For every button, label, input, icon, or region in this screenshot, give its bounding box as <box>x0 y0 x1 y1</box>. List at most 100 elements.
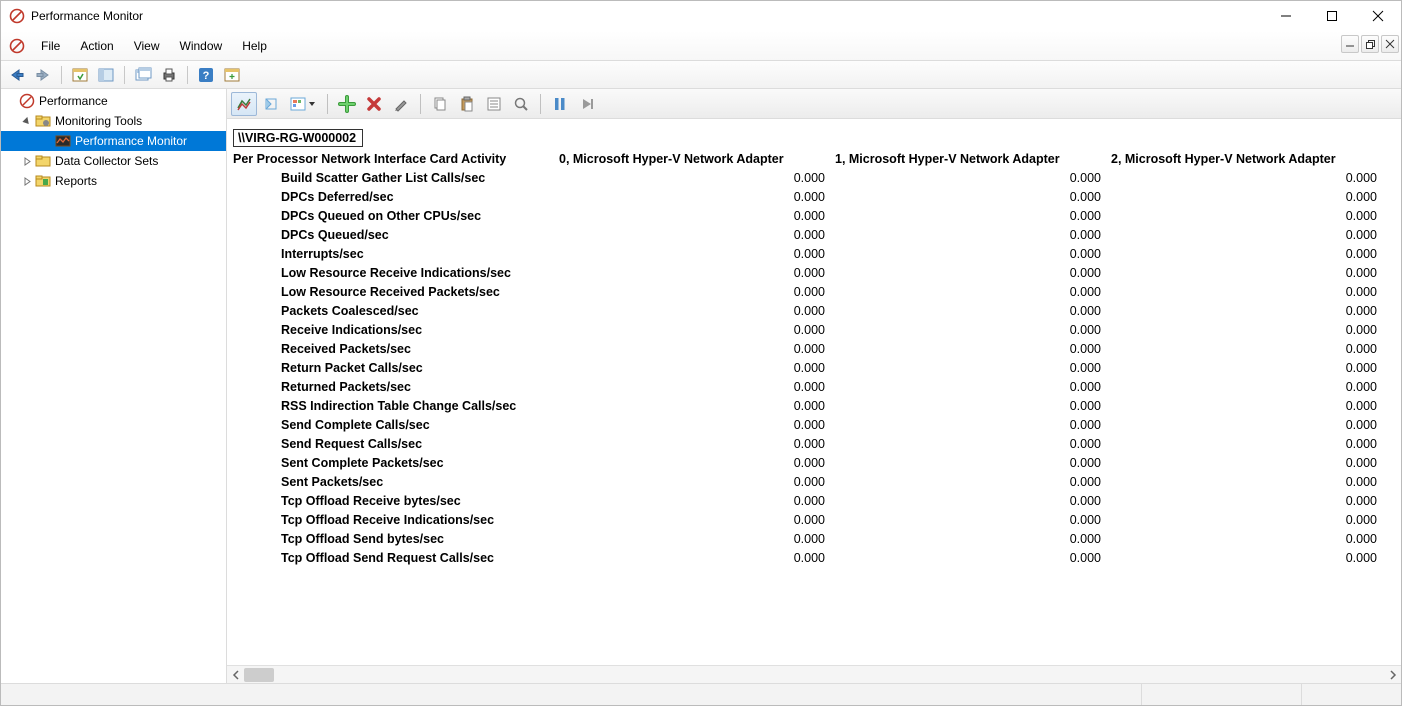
counter-value: 0.000 <box>1105 187 1381 206</box>
counter-value: 0.000 <box>1105 510 1381 529</box>
tree-label: Monitoring Tools <box>55 114 142 128</box>
status-cell <box>1301 684 1401 705</box>
counter-value: 0.000 <box>1105 396 1381 415</box>
perfmon-toolbar <box>227 89 1401 119</box>
counter-value: 0.000 <box>553 491 829 510</box>
counter-value: 0.000 <box>829 377 1105 396</box>
counter-name: Interrupts/sec <box>233 244 553 263</box>
counter-value: 0.000 <box>829 320 1105 339</box>
tree-node-reports[interactable]: Reports <box>1 171 226 191</box>
counter-table: Per Processor Network Interface Card Act… <box>233 149 1381 567</box>
paste-button[interactable] <box>454 92 480 116</box>
close-button[interactable] <box>1355 1 1401 31</box>
view-histogram-button[interactable] <box>258 92 284 116</box>
freeze-button[interactable] <box>547 92 573 116</box>
back-button[interactable] <box>5 64 29 86</box>
scroll-track[interactable] <box>244 668 1384 682</box>
delete-counter-button[interactable] <box>361 92 387 116</box>
counter-value: 0.000 <box>1105 453 1381 472</box>
view-report-button[interactable] <box>285 92 321 116</box>
print-button[interactable] <box>157 64 181 86</box>
show-hide-tree-button[interactable] <box>68 64 92 86</box>
counter-value: 0.000 <box>1105 225 1381 244</box>
counter-name: DPCs Deferred/sec <box>233 187 553 206</box>
tree-pane: Performance Monitoring Tools Performance… <box>1 89 227 683</box>
counter-value: 0.000 <box>553 301 829 320</box>
counter-value: 0.000 <box>553 377 829 396</box>
scroll-thumb[interactable] <box>244 668 274 682</box>
counter-value: 0.000 <box>553 282 829 301</box>
counter-value: 0.000 <box>553 434 829 453</box>
expand-icon[interactable] <box>21 157 33 166</box>
menu-view[interactable]: View <box>124 31 170 60</box>
add-counter-button[interactable] <box>334 92 360 116</box>
properties-counter-button[interactable] <box>481 92 507 116</box>
counter-value: 0.000 <box>1105 529 1381 548</box>
counter-name: Sent Complete Packets/sec <box>233 453 553 472</box>
tree-node-performance-monitor[interactable]: Performance Monitor <box>1 131 226 151</box>
menu-file[interactable]: File <box>31 31 70 60</box>
counter-value: 0.000 <box>829 282 1105 301</box>
copy-button[interactable] <box>427 92 453 116</box>
forward-button[interactable] <box>31 64 55 86</box>
object-header: Per Processor Network Interface Card Act… <box>233 149 553 168</box>
counter-value: 0.000 <box>829 434 1105 453</box>
counter-name: Sent Packets/sec <box>233 472 553 491</box>
expand-icon[interactable] <box>21 177 33 186</box>
folder-icon <box>35 153 51 169</box>
counter-value: 0.000 <box>1105 206 1381 225</box>
titlebar: Performance Monitor <box>1 1 1401 31</box>
horizontal-scrollbar[interactable] <box>227 665 1401 683</box>
scroll-right-icon[interactable] <box>1384 666 1401 683</box>
mdi-minimize[interactable] <box>1341 35 1359 53</box>
tree-label: Performance <box>39 94 108 108</box>
minimize-button[interactable] <box>1263 1 1309 31</box>
properties-button[interactable] <box>94 64 118 86</box>
separator <box>124 66 125 84</box>
counter-value: 0.000 <box>1105 244 1381 263</box>
collapse-icon[interactable] <box>21 117 33 126</box>
performance-icon <box>19 93 35 109</box>
counter-value: 0.000 <box>553 529 829 548</box>
scroll-left-icon[interactable] <box>227 666 244 683</box>
counter-value: 0.000 <box>829 358 1105 377</box>
mdi-close[interactable] <box>1381 35 1399 53</box>
help-button[interactable]: ? <box>194 64 218 86</box>
counter-value: 0.000 <box>1105 548 1381 567</box>
counter-name: Low Resource Received Packets/sec <box>233 282 553 301</box>
counter-value: 0.000 <box>829 263 1105 282</box>
counter-name: Send Complete Calls/sec <box>233 415 553 434</box>
counter-value: 0.000 <box>829 206 1105 225</box>
counter-value: 0.000 <box>829 244 1105 263</box>
separator <box>420 94 421 114</box>
counter-value: 0.000 <box>553 225 829 244</box>
tree-node-data-collector-sets[interactable]: Data Collector Sets <box>1 151 226 171</box>
maximize-button[interactable] <box>1309 1 1355 31</box>
view-graph-button[interactable] <box>231 92 257 116</box>
tree-node-performance[interactable]: Performance <box>1 91 226 111</box>
counter-value: 0.000 <box>829 301 1105 320</box>
counter-value: 0.000 <box>829 168 1105 187</box>
refresh-button[interactable] <box>220 64 244 86</box>
menu-help[interactable]: Help <box>232 31 277 60</box>
menu-window[interactable]: Window <box>170 31 233 60</box>
folder-tools-icon <box>35 113 51 129</box>
tree-label: Performance Monitor <box>75 134 187 148</box>
counter-name: Send Request Calls/sec <box>233 434 553 453</box>
main-toolbar: ? <box>1 61 1401 89</box>
tree-node-monitoring-tools[interactable]: Monitoring Tools <box>1 111 226 131</box>
counter-value: 0.000 <box>553 206 829 225</box>
zoom-button[interactable] <box>508 92 534 116</box>
mdi-controls <box>1341 35 1399 53</box>
menu-action[interactable]: Action <box>70 31 123 60</box>
new-window-button[interactable] <box>131 64 155 86</box>
mdi-restore[interactable] <box>1361 35 1379 53</box>
update-button[interactable] <box>574 92 600 116</box>
counter-name: Build Scatter Gather List Calls/sec <box>233 168 553 187</box>
app-icon-small <box>9 38 25 54</box>
highlight-button[interactable] <box>388 92 414 116</box>
counter-name: Tcp Offload Send Request Calls/sec <box>233 548 553 567</box>
counter-value: 0.000 <box>1105 168 1381 187</box>
counter-value: 0.000 <box>1105 491 1381 510</box>
counter-value: 0.000 <box>553 415 829 434</box>
